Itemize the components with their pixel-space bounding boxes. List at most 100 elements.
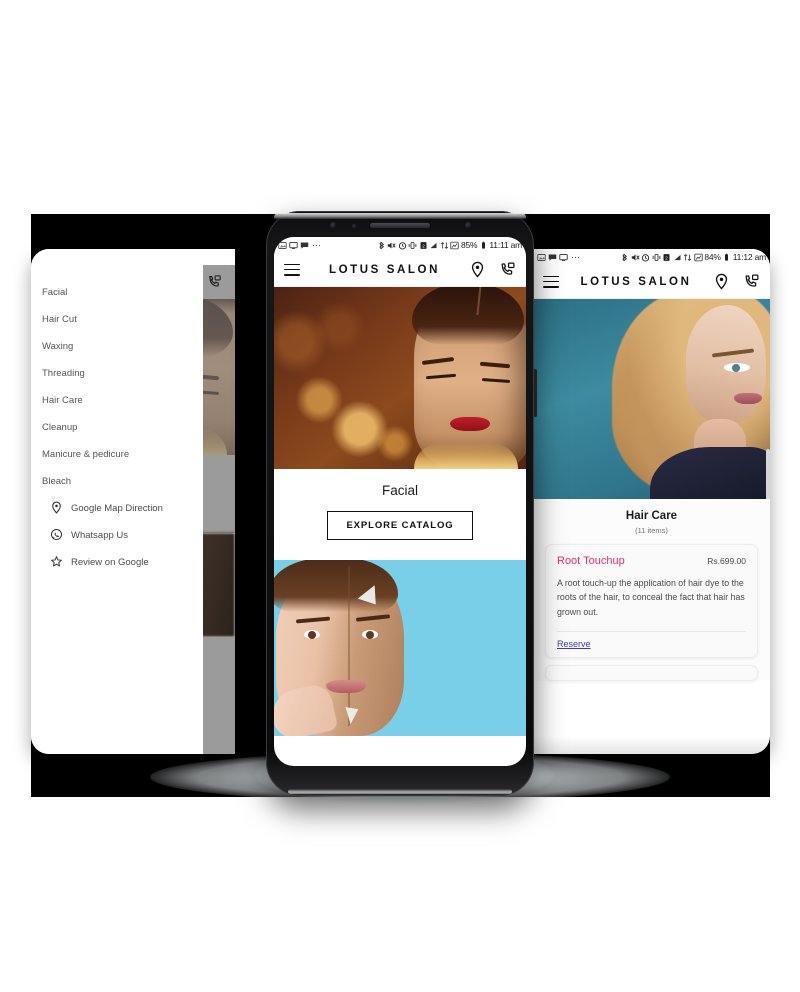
hamburger-icon[interactable] [543, 275, 559, 288]
hamburger-icon[interactable] [284, 263, 300, 276]
center-appbar: LOTUS SALON [274, 253, 526, 287]
status-bar-right-system: 2 84% 11:12 am [620, 252, 766, 262]
hero-necklace [414, 443, 518, 469]
wifi-icon [694, 253, 703, 262]
before-after-split-line [348, 566, 350, 726]
monitor-icon [289, 241, 298, 250]
drawer-link-whatsapp-us[interactable]: Whatsapp Us [31, 522, 203, 549]
status-overflow-icon: ⋯ [312, 239, 322, 250]
battery-icon [722, 253, 731, 262]
data-sync-icon [683, 253, 692, 262]
right-appbar-actions [713, 273, 760, 290]
drawer-item-cleanup[interactable]: Cleanup [31, 414, 203, 441]
battery-percent-label: 85% [460, 240, 478, 250]
wifi-icon [450, 241, 460, 250]
map-pin-icon [50, 501, 63, 517]
status-overflow-icon: ⋯ [571, 251, 581, 262]
category-title: Hair Care [625, 510, 678, 522]
hero-lips [450, 417, 490, 431]
skincare-lips [326, 680, 366, 693]
left-phone-screen: ⋯ 2 85% 11:11 am [31, 249, 235, 754]
drawer-item-waxing[interactable]: Waxing [31, 333, 203, 360]
showcase-stage: ⋯ 2 85% 11:11 am [0, 0, 800, 992]
sim-icon: 2 [662, 253, 671, 262]
drawer-link-label: Review on Google [71, 557, 149, 568]
facial-cta-block: Facial EXPLORE CATALOG [274, 469, 526, 560]
explore-catalog-button[interactable]: EXPLORE CATALOG [327, 511, 473, 540]
phone-in-talk-icon[interactable] [207, 274, 224, 291]
service-card[interactable]: Root Touchup Rs.699.00 A root touch-up t… [545, 544, 758, 658]
chat-icon [300, 241, 309, 250]
status-bar-center-icons: ⋯ [278, 240, 323, 251]
status-bar-right-icons: ⋯ [537, 252, 582, 263]
brand-title: LOTUS SALON [580, 275, 692, 288]
hero-model-hair [412, 287, 524, 345]
scrollbar-right[interactable] [766, 449, 770, 499]
vibrate-icon [652, 253, 661, 262]
map-pin-icon[interactable] [713, 273, 730, 290]
brand-title: LOTUS SALON [328, 263, 440, 276]
data-sync-icon [440, 241, 449, 250]
alarm-icon [398, 241, 407, 250]
vibrate-icon [408, 241, 417, 250]
monitor-icon [559, 253, 568, 262]
skincare-eye-left [304, 630, 320, 639]
drawer-item-hair-care[interactable]: Hair Care [31, 387, 203, 414]
drawer-link-label: Whatsapp Us [71, 530, 129, 541]
status-bar-center: ⋯ 2 85% 11:11 am [274, 237, 526, 253]
signal-icon [429, 241, 438, 250]
skincare-eye-right [362, 630, 378, 639]
signal-icon [673, 253, 682, 262]
photo-icon [537, 253, 546, 262]
chat-icon [548, 253, 557, 262]
service-card-header: Root Touchup Rs.699.00 [557, 555, 746, 567]
proximity-sensor-icon [352, 224, 356, 228]
mute-icon [631, 253, 640, 262]
drawer-item-bleach[interactable]: Bleach [31, 468, 203, 495]
service-description: A root touch-up the application of hair … [557, 578, 745, 617]
center-appbar-actions [469, 261, 516, 278]
earpiece-speaker [370, 223, 430, 228]
star-icon [50, 555, 63, 571]
front-camera-icon [330, 222, 337, 229]
center-phone-device: ⋯ 2 85% 11:11 am LOTUS SALON Facial EXPL… [266, 211, 534, 796]
bluetooth-icon [620, 253, 629, 262]
drawer-link-review-on-google[interactable]: Review on Google [31, 549, 203, 576]
skincare-hero-image [274, 560, 526, 736]
whatsapp-icon [50, 528, 63, 544]
mute-icon [387, 241, 397, 250]
bluetooth-icon [377, 241, 386, 250]
phone-in-talk-icon[interactable] [743, 273, 760, 290]
center-phone-screen: ⋯ 2 85% 11:11 am LOTUS SALON Facial EXPL… [274, 237, 526, 766]
drawer-item-facial[interactable]: Facial [31, 279, 203, 306]
category-item-count: (11 items) [635, 526, 668, 535]
battery-percent-label: 84% [704, 252, 721, 262]
map-pin-icon[interactable] [469, 261, 486, 278]
card-divider [557, 630, 746, 632]
drawer-item-hair-cut[interactable]: Hair Cut [31, 306, 203, 333]
clock-label: 11:12 am [732, 252, 766, 262]
service-price: Rs.699.00 [707, 556, 746, 566]
status-bar-right: ⋯ 2 84% 11:12 am [533, 249, 770, 265]
facial-hero-image [274, 287, 526, 469]
mask-peel-bottom-icon [342, 706, 359, 726]
sim-icon: 2 [419, 241, 428, 250]
drawer-link-google-map-direction[interactable]: Google Map Direction [31, 495, 203, 522]
category-section: Hair Care (11 items) Root Touchup Rs.699… [533, 499, 770, 681]
phone-in-talk-icon[interactable] [499, 261, 516, 278]
navigation-drawer: Facial Hair Cut Waxing Threading Hair Ca… [31, 265, 203, 754]
clock-label: 11:11 am [489, 240, 522, 250]
iris-scanner-icon [465, 222, 472, 229]
right-appbar: LOTUS SALON [533, 265, 770, 299]
drawer-item-manicure-pedicure[interactable]: Manicure & pedicure [31, 441, 203, 468]
hero-lips [734, 393, 762, 404]
reserve-link[interactable]: Reserve [557, 639, 746, 649]
right-phone-bottom-shade [533, 736, 770, 754]
status-bar-center-system: 2 85% 11:11 am [377, 240, 522, 250]
hero-eye [724, 363, 750, 372]
service-card-next-partial[interactable] [545, 664, 758, 681]
drawer-link-label: Google Map Direction [71, 503, 163, 514]
right-phone-screen: ⋯ 2 84% 11:12 am LOTUS SALON Hair Care (… [533, 249, 770, 754]
drawer-item-threading[interactable]: Threading [31, 360, 203, 387]
alarm-icon [641, 253, 650, 262]
